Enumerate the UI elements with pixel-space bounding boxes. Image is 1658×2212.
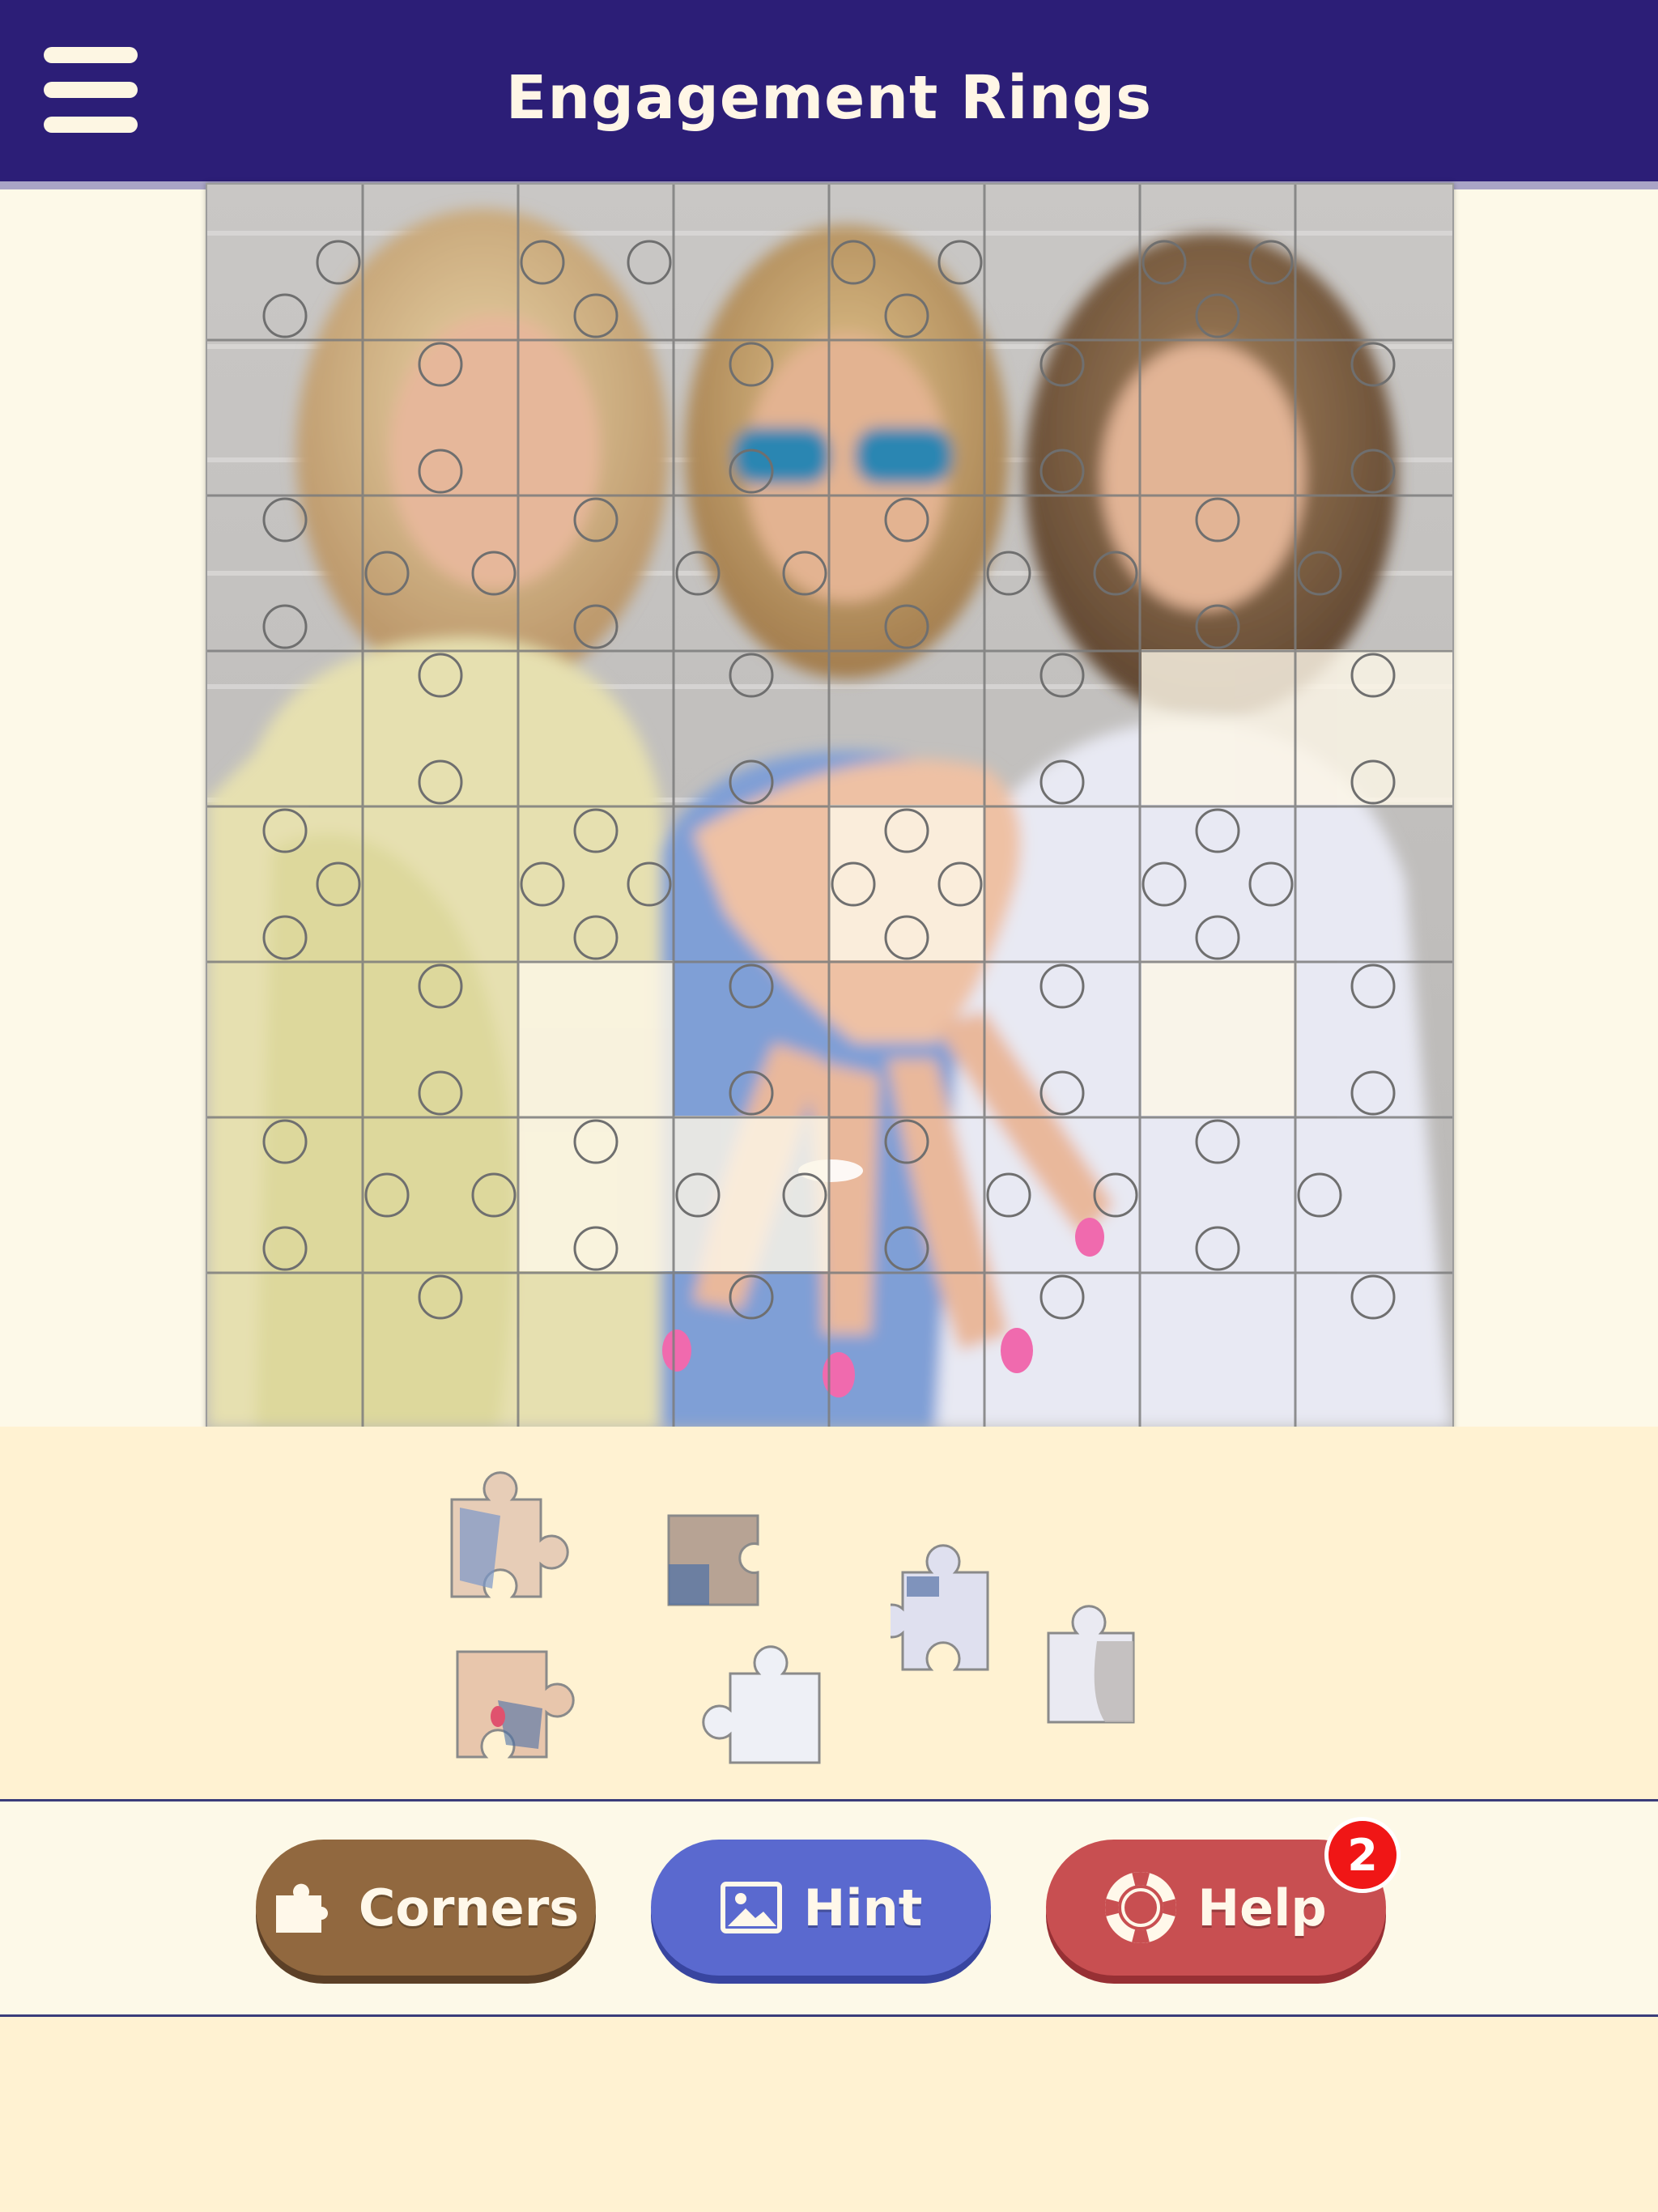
- corners-button[interactable]: Corners: [256, 1840, 596, 1976]
- loose-puzzle-piece[interactable]: [444, 1467, 581, 1637]
- loose-puzzle-piece[interactable]: [661, 1508, 766, 1613]
- hint-button-label: Hint: [803, 1878, 923, 1938]
- loose-puzzle-piece[interactable]: [449, 1644, 587, 1781]
- help-button-label: Help: [1197, 1878, 1327, 1938]
- piece-tray: [0, 1427, 1658, 1799]
- image-icon: [720, 1882, 782, 1933]
- loose-puzzle-piece[interactable]: [698, 1633, 835, 1771]
- corners-button-label: Corners: [358, 1878, 580, 1938]
- puzzle-piece-icon: [275, 1883, 328, 1933]
- lifebuoy-icon: [1105, 1872, 1177, 1943]
- loose-puzzle-piece[interactable]: [1040, 1601, 1146, 1730]
- footer-area: [0, 2017, 1658, 2212]
- hint-button[interactable]: Hint: [651, 1840, 991, 1976]
- puzzle-title: Engagement Rings: [505, 63, 1153, 133]
- puzzle-board[interactable]: [206, 183, 1454, 1430]
- top-bar: Engagement Rings: [0, 0, 1658, 181]
- loose-puzzle-piece[interactable]: [891, 1540, 1004, 1702]
- help-count-badge: 2: [1324, 1817, 1401, 1893]
- control-bar: Corners Hint Help: [0, 1802, 1658, 2016]
